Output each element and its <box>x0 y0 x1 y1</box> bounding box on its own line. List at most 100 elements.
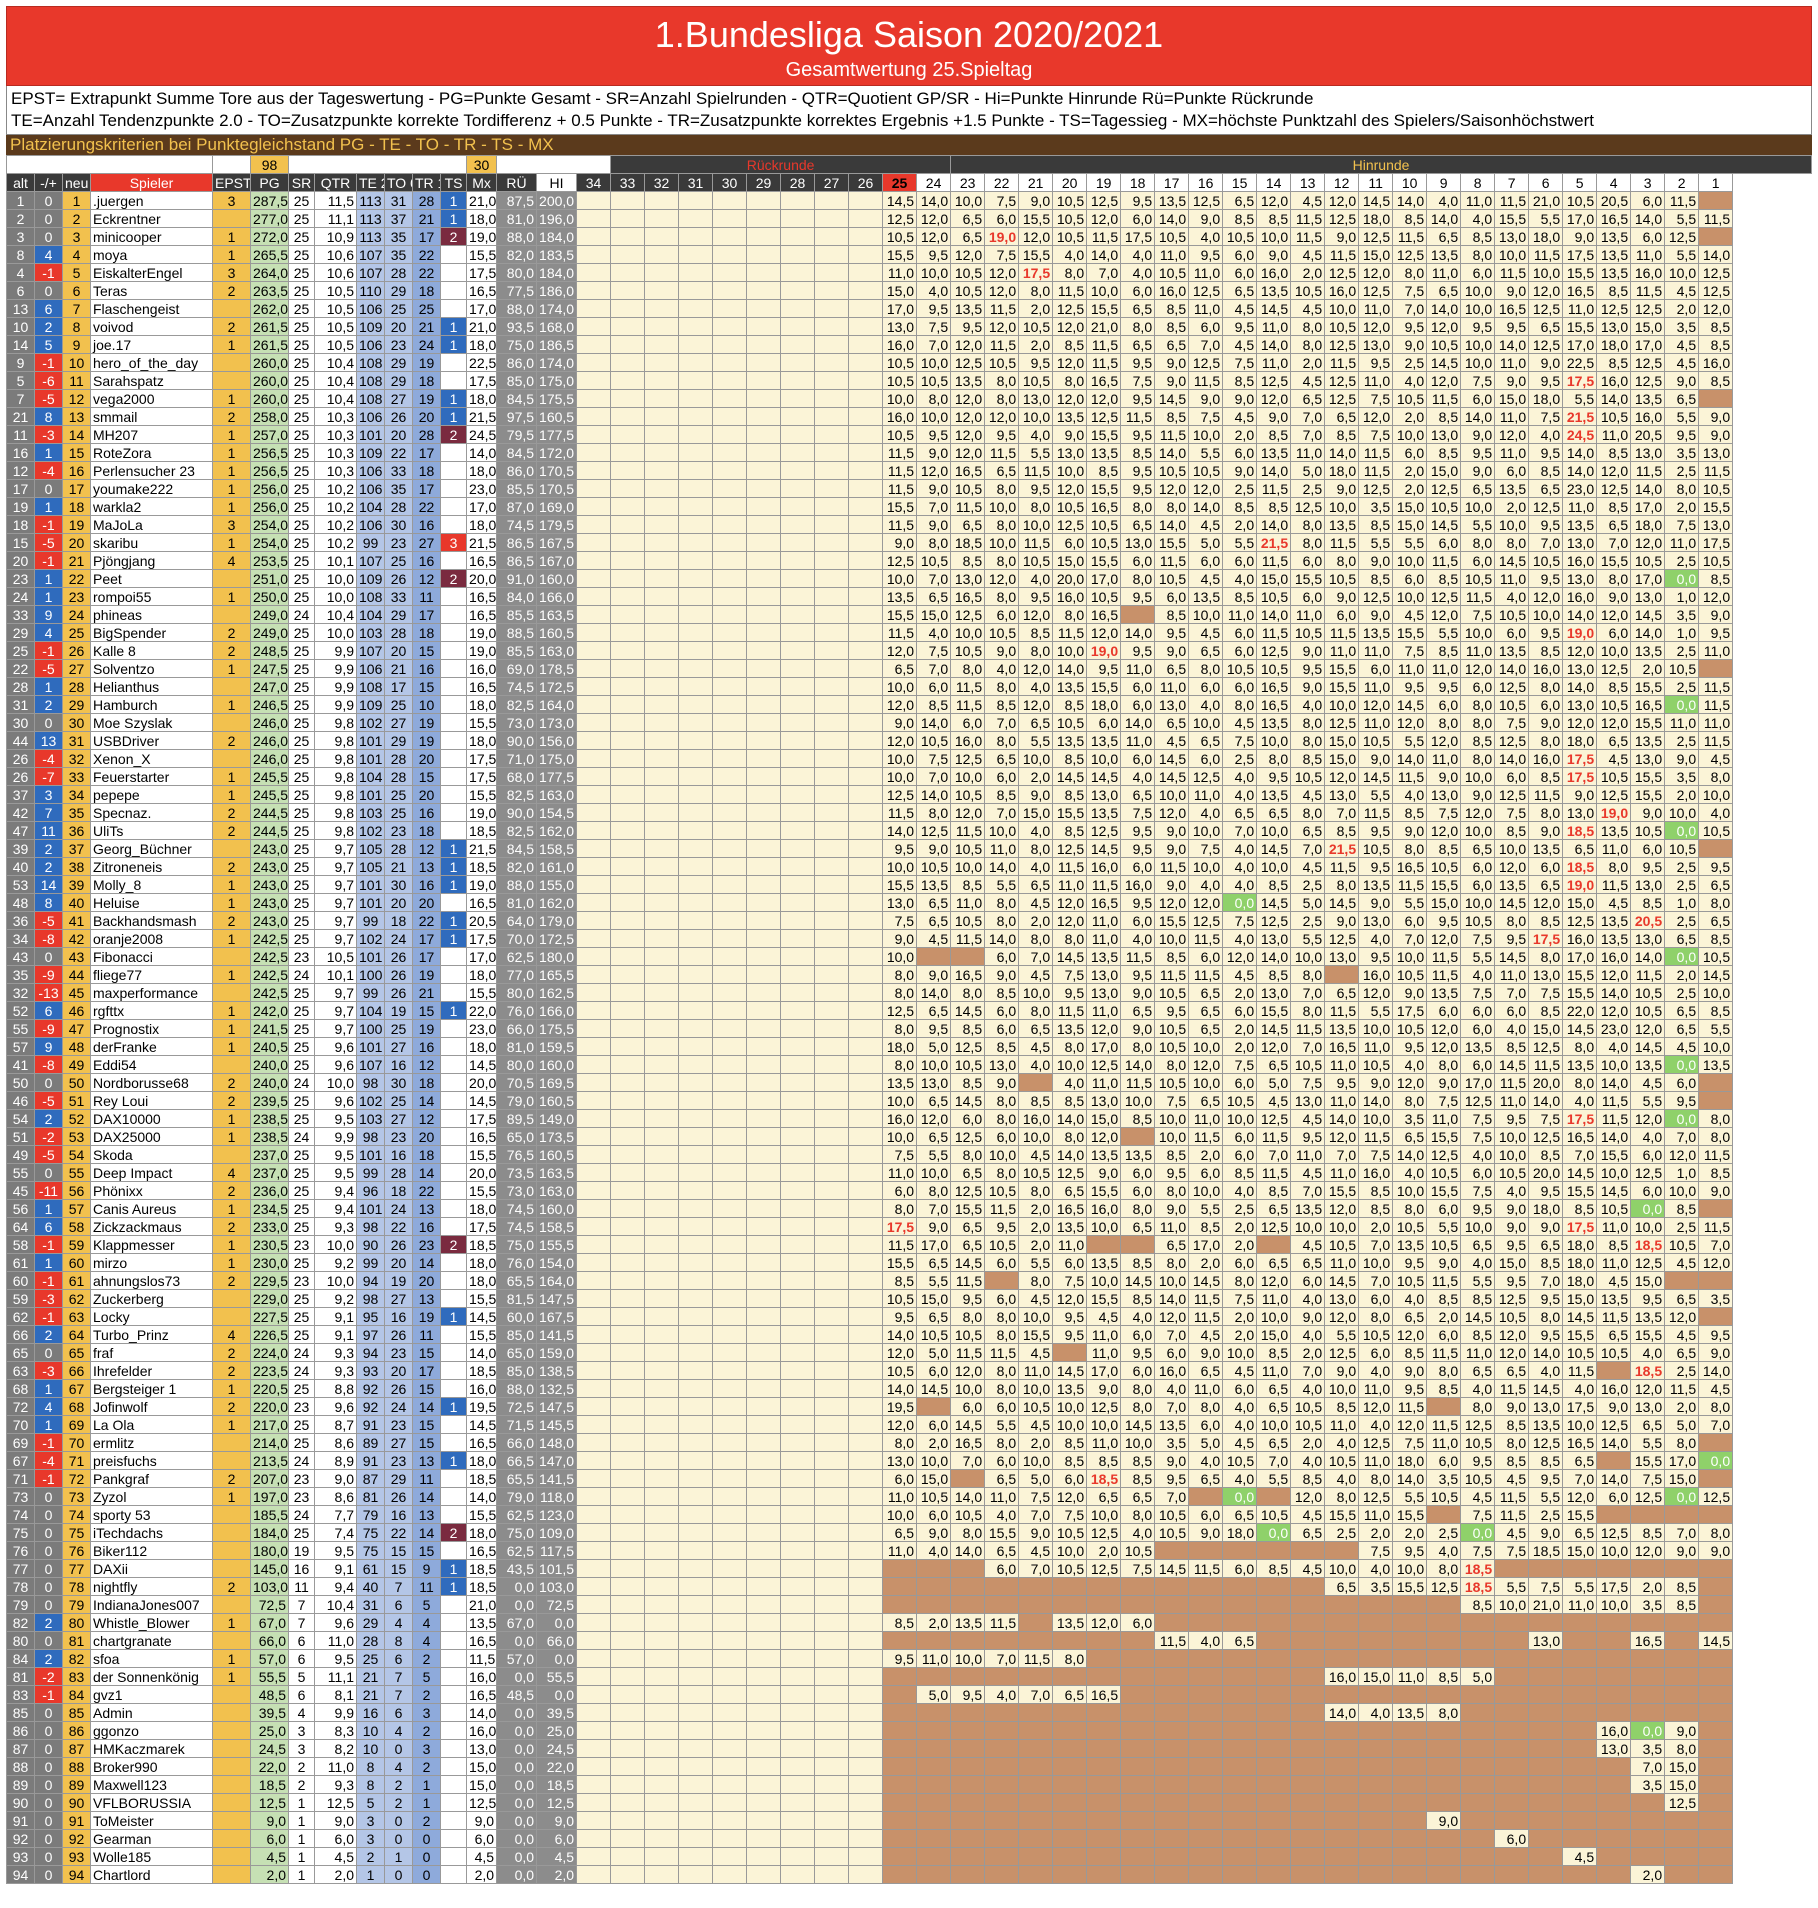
cell-day-value <box>1154 1757 1190 1776</box>
header-tr: TR 1.5 <box>412 173 441 192</box>
cell-ru: 77,5 <box>496 281 538 300</box>
cell-alt: 7 <box>6 389 35 408</box>
cell-day-empty <box>644 1073 680 1092</box>
cell-day-value <box>1698 1505 1734 1524</box>
cell-sr: 25 <box>288 821 315 840</box>
cell-day-value: 4,0 <box>1018 569 1054 588</box>
cell-qtr: 9,3 <box>314 1343 357 1362</box>
cell-day-empty <box>746 1253 782 1272</box>
cell-day-value: 11,5 <box>1290 1019 1326 1038</box>
cell-day-value <box>1562 1559 1598 1578</box>
cell-day-value: 9,0 <box>1596 1397 1632 1416</box>
cell-change: 0 <box>34 1757 63 1776</box>
cell-day-empty <box>712 1181 748 1200</box>
cell-player: Gearman <box>90 1829 213 1848</box>
cell-ru: 88,0 <box>496 1379 538 1398</box>
cell-tr: 3 <box>412 1703 441 1722</box>
cell-ts <box>439 965 468 984</box>
cell-day-value: 12,5 <box>1188 767 1224 786</box>
cell-qtr: 9,1 <box>314 1559 357 1578</box>
cell-tr: 18 <box>412 1073 441 1092</box>
cell-day-value: 6,5 <box>1256 1055 1292 1074</box>
cell-day-value: 10,5 <box>950 1505 986 1524</box>
cell-alt: 25 <box>6 641 35 660</box>
cell-to: 20 <box>384 1361 413 1380</box>
cell-day-empty <box>848 803 884 822</box>
cell-day-value <box>1562 1775 1598 1794</box>
cell-day-empty <box>610 569 646 588</box>
cell-day-value: 14,5 <box>1256 839 1292 858</box>
cell-day-value: 10,5 <box>950 479 986 498</box>
cell-day-empty <box>678 1289 714 1308</box>
cell-te: 90 <box>356 1235 385 1254</box>
cell-day-empty <box>644 1361 680 1380</box>
cell-day-value: 9,5 <box>1528 515 1564 534</box>
cell-day-value <box>1052 1811 1088 1830</box>
cell-day-empty <box>848 1037 884 1056</box>
cell-day-value: 2,5 <box>1664 551 1700 570</box>
cell-day-empty <box>610 1001 646 1020</box>
cell-day-value: 10,5 <box>916 1487 952 1506</box>
cell-day-value: 7,5 <box>1460 1109 1496 1128</box>
cell-sr: 25 <box>288 497 315 516</box>
cell-day-value: 17,5 <box>1528 929 1564 948</box>
cell-sr: 2 <box>288 1757 315 1776</box>
cell-day-value <box>1562 1721 1598 1740</box>
cell-sr: 25 <box>288 1001 315 1020</box>
cell-day-value: 8,5 <box>1154 299 1190 318</box>
cell-day-value: 12,0 <box>950 443 986 462</box>
cell-day-value <box>1018 1811 1054 1830</box>
cell-day-empty <box>610 875 646 894</box>
cell-day-value: 2,5 <box>1290 875 1326 894</box>
cell-day-value: 10,5 <box>1086 587 1122 606</box>
cell-epst <box>212 1703 251 1722</box>
cell-day-empty <box>848 407 884 426</box>
cell-day-value: 7,5 <box>882 1145 918 1164</box>
cell-mx: 22,5 <box>466 353 498 372</box>
cell-qtr: 7,4 <box>314 1523 357 1542</box>
cell-pg: 265,5 <box>250 245 289 264</box>
cell-day-value: 6,0 <box>1460 1055 1496 1074</box>
cell-day-value: 17,5 <box>1562 1217 1598 1236</box>
cell-day-empty <box>814 659 850 678</box>
cell-day-empty <box>610 335 646 354</box>
cell-day-value <box>1018 1847 1054 1866</box>
cell-day-value: 11,0 <box>1086 1343 1122 1362</box>
cell-day-value: 1,0 <box>1664 587 1700 606</box>
cell-day-empty <box>644 1469 680 1488</box>
cell-day-value: 6,0 <box>984 1019 1020 1038</box>
cell-day-value: 6,5 <box>1188 641 1224 660</box>
cell-day-value: 11,0 <box>1494 407 1530 426</box>
cell-te: 99 <box>356 911 385 930</box>
cell-tr: 15 <box>412 641 441 660</box>
cell-day-value: 5,0 <box>1290 893 1326 912</box>
cell-day-value <box>1664 1613 1700 1632</box>
cell-rank: 35 <box>62 803 91 822</box>
cell-day-value: 11,0 <box>1494 965 1530 984</box>
cell-day-value: 4,0 <box>1698 803 1734 822</box>
cell-rank: 57 <box>62 1199 91 1218</box>
header-day-33: 33 <box>610 173 646 192</box>
cell-day-empty <box>644 371 680 390</box>
cell-day-value: 4,0 <box>1290 1289 1326 1308</box>
cell-day-value: 9,0 <box>1698 407 1734 426</box>
cell-day-value: 9,0 <box>1494 1397 1530 1416</box>
cell-tr: 28 <box>412 425 441 444</box>
cell-day-value: 16,5 <box>1494 299 1530 318</box>
cell-day-value: 14,5 <box>950 1091 986 1110</box>
cell-te: 101 <box>356 893 385 912</box>
cell-day-empty <box>746 1487 782 1506</box>
cell-day-empty <box>678 1541 714 1560</box>
cell-ts <box>439 677 468 696</box>
cell-epst <box>212 1847 251 1866</box>
cell-day-value: 10,5 <box>1018 1397 1054 1416</box>
cell-day-empty <box>576 1199 612 1218</box>
cell-day-value: 13,0 <box>1528 1631 1564 1650</box>
cell-day-empty <box>814 1001 850 1020</box>
cell-tr: 17 <box>412 605 441 624</box>
cell-player: Eddi54 <box>90 1055 213 1074</box>
cell-day-empty <box>712 245 748 264</box>
cell-day-value: 10,5 <box>1528 551 1564 570</box>
cell-day-value: 16,5 <box>1324 1037 1360 1056</box>
cell-epst <box>212 605 251 624</box>
